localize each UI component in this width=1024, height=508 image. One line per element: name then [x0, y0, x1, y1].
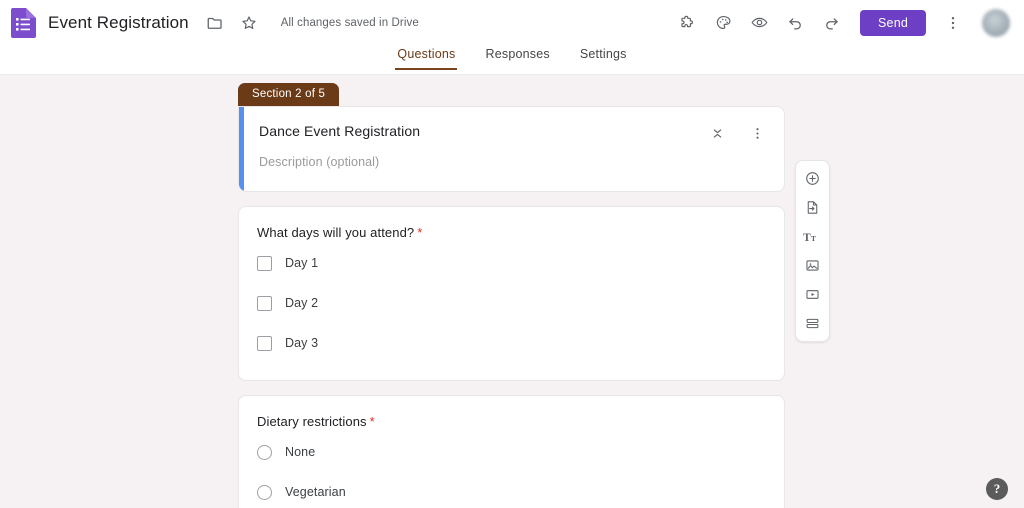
- required-marker-2: *: [369, 414, 375, 429]
- option-row[interactable]: Day 1: [257, 246, 764, 280]
- question-title-2: Dietary restrictions *: [257, 414, 764, 429]
- svg-text:T: T: [803, 232, 811, 244]
- add-image-icon[interactable]: [798, 254, 828, 277]
- add-title-icon[interactable]: T T: [798, 225, 828, 248]
- section-title[interactable]: Dance Event Registration: [259, 123, 708, 139]
- section-more-icon[interactable]: [748, 124, 766, 142]
- star-icon[interactable]: [237, 11, 261, 35]
- question-title-2-text: Dietary restrictions: [257, 414, 367, 429]
- section-header-card[interactable]: Dance Event Registration Description (op…: [238, 106, 785, 192]
- question-card-2[interactable]: Dietary restrictions* None Vegetarian Ve…: [238, 395, 785, 508]
- checkbox-day-2[interactable]: [257, 295, 272, 311]
- checkbox-day-1[interactable]: [257, 255, 272, 271]
- add-video-icon[interactable]: [798, 283, 828, 306]
- question-title-1-text: What days will you attend?: [257, 225, 415, 240]
- redo-icon[interactable]: [818, 10, 844, 36]
- collapse-icon[interactable]: [708, 124, 726, 142]
- form-column: Section 2 of 5 Dance Event Registration: [238, 75, 785, 508]
- radio-none[interactable]: [257, 444, 272, 460]
- add-item-toolbar: T T: [795, 160, 830, 342]
- save-status-text: All changes saved in Drive: [280, 16, 419, 29]
- option-label: Vegetarian: [285, 485, 346, 499]
- account-avatar[interactable]: [982, 8, 1010, 37]
- option-label: None: [285, 445, 316, 459]
- radio-vegetarian[interactable]: [257, 484, 272, 500]
- more-options-icon[interactable]: [940, 10, 966, 36]
- google-forms-icon[interactable]: [10, 7, 36, 38]
- editor-tabs: Questions Responses Settings: [0, 45, 1024, 75]
- section-badge: Section 2 of 5: [238, 83, 340, 106]
- add-section-icon[interactable]: [798, 312, 828, 335]
- section-title-row: Dance Event Registration: [259, 123, 766, 142]
- question-title-1: What days will you attend? *: [257, 225, 764, 240]
- required-marker-1: *: [417, 225, 423, 240]
- checkbox-day-3[interactable]: [257, 335, 272, 351]
- document-title[interactable]: Event Registration: [48, 13, 189, 33]
- section-actions: [708, 123, 766, 142]
- tab-responses[interactable]: Responses: [483, 45, 551, 70]
- tab-settings[interactable]: Settings: [578, 45, 629, 70]
- undo-icon[interactable]: [782, 10, 808, 36]
- option-row[interactable]: Day 2: [257, 286, 764, 320]
- help-button[interactable]: ?: [986, 478, 1008, 500]
- option-row[interactable]: Vegetarian: [257, 475, 764, 508]
- option-row[interactable]: None: [257, 435, 764, 469]
- folder-icon[interactable]: [203, 11, 227, 35]
- palette-icon[interactable]: [710, 10, 736, 36]
- app-header: Event Registration All changes saved in …: [0, 0, 1024, 45]
- send-button[interactable]: Send: [860, 9, 926, 36]
- section-description[interactable]: Description (optional): [259, 155, 766, 169]
- option-label: Day 2: [285, 296, 319, 310]
- eye-icon[interactable]: [746, 10, 772, 36]
- import-questions-icon[interactable]: [798, 196, 828, 219]
- option-row[interactable]: Day 3: [257, 326, 764, 360]
- add-ons-icon[interactable]: [674, 10, 700, 36]
- question-card-1[interactable]: What days will you attend? * Day 1 Day 2 …: [238, 206, 785, 381]
- header-actions: Send: [674, 8, 1010, 37]
- svg-text:T: T: [810, 234, 816, 243]
- tab-questions[interactable]: Questions: [395, 45, 458, 70]
- form-canvas: Section 2 of 5 Dance Event Registration: [0, 75, 1024, 508]
- option-label: Day 1: [285, 256, 319, 270]
- option-label: Day 3: [285, 336, 319, 350]
- add-question-icon[interactable]: [798, 167, 828, 190]
